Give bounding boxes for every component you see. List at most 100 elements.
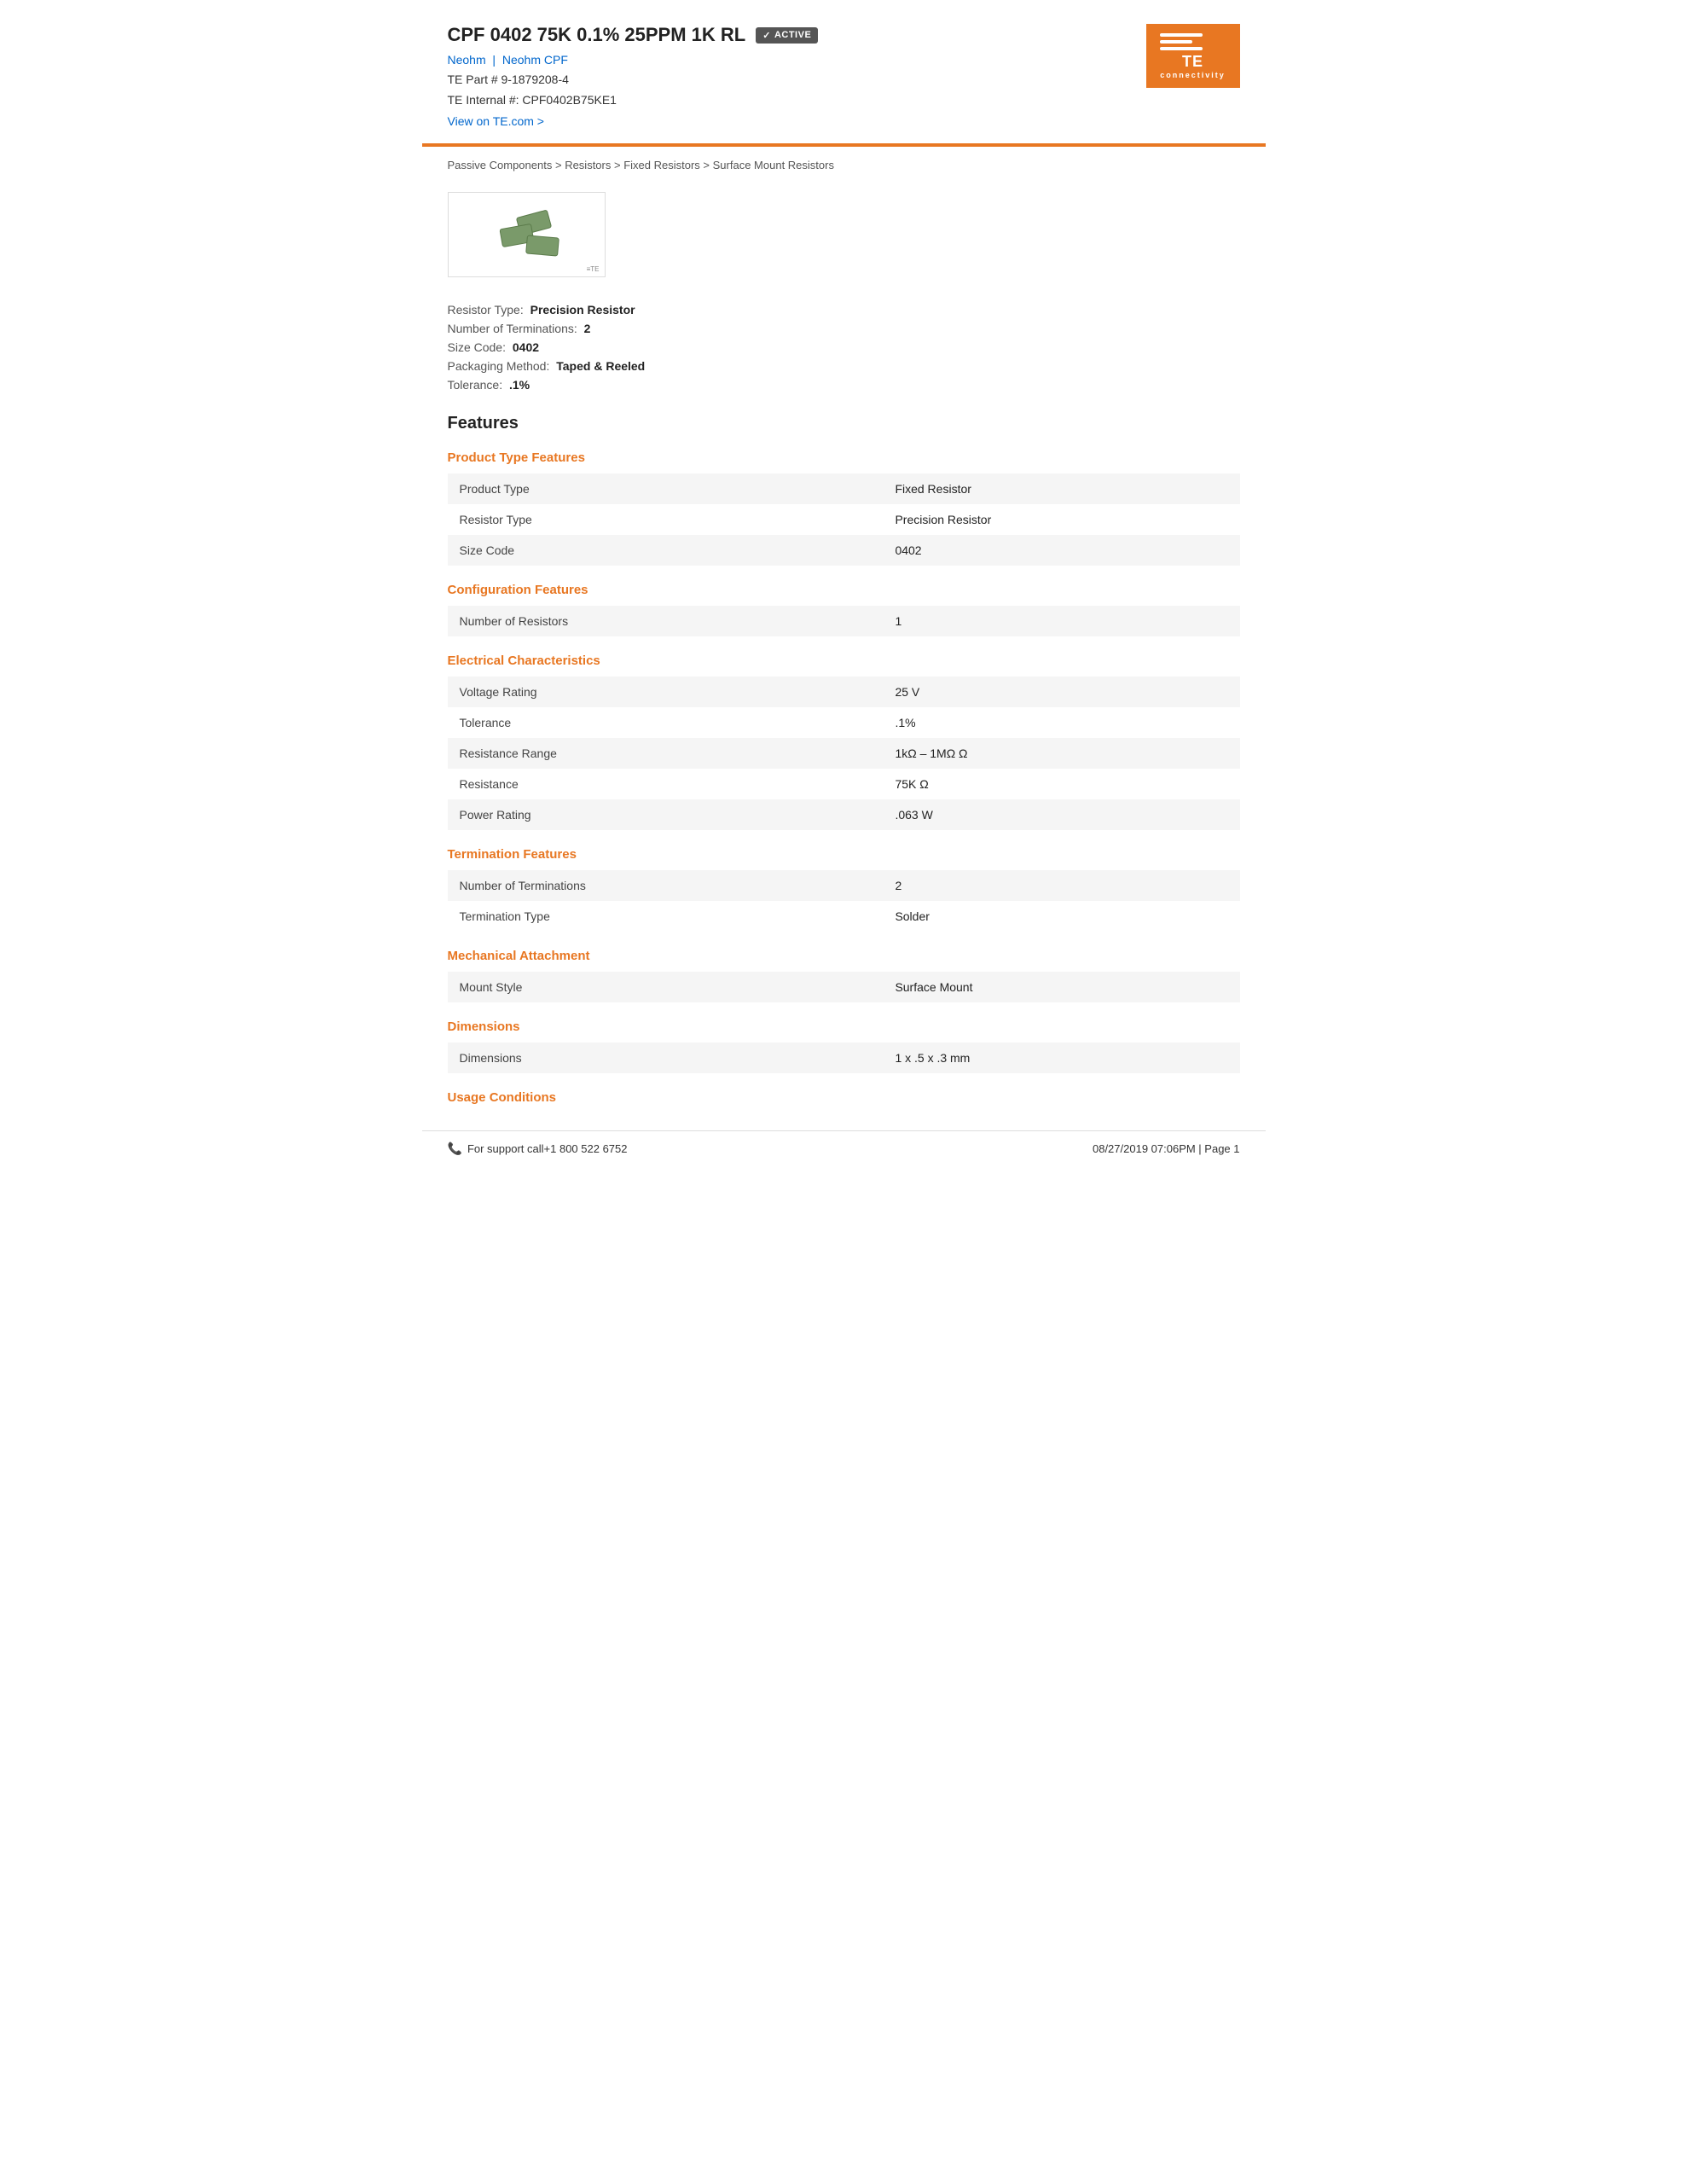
terminations-label: Number of Terminations: [448, 322, 577, 335]
te-logo-line-1 [1160, 33, 1203, 37]
subsection-title-4: Mechanical Attachment [448, 949, 1240, 963]
features-table-0: Product TypeFixed ResistorResistor TypeP… [448, 473, 1240, 566]
features-title: Features [448, 414, 1240, 433]
features-table-3: Number of Terminations2Termination TypeS… [448, 870, 1240, 932]
breadcrumb-item-1[interactable]: Passive Components [448, 159, 553, 171]
te-logo: TE connectivity [1146, 24, 1240, 88]
cell-label-5-0: Dimensions [448, 1043, 884, 1073]
cell-value-2-1: .1% [883, 707, 1239, 738]
tolerance-label: Tolerance: [448, 378, 503, 392]
cell-value-4-0: Surface Mount [883, 972, 1239, 1002]
subsection-title-1: Configuration Features [448, 583, 1240, 597]
product-image-box: ≡TE [448, 192, 606, 277]
table-row: Dimensions1 x .5 x .3 mm [448, 1043, 1240, 1073]
te-logo-line-2 [1160, 40, 1192, 44]
resistor-type-label: Resistor Type: [448, 303, 524, 317]
chip-3 [525, 235, 559, 256]
cell-label-2-3: Resistance [448, 769, 884, 799]
footer-support: 📞 For support call+1 800 522 6752 [448, 1141, 628, 1156]
cell-label-3-0: Number of Terminations [448, 870, 884, 901]
spec-row-tolerance: Tolerance: .1% [448, 378, 1240, 392]
te-logo-inner: TE connectivity [1160, 33, 1226, 79]
subsection-title-5: Dimensions [448, 1019, 1240, 1034]
cell-value-0-1: Precision Resistor [883, 504, 1239, 535]
brand-links: Neohm | Neohm CPF [448, 53, 1240, 67]
subsection-title-6: Usage Conditions [448, 1090, 1240, 1105]
product-image [475, 209, 577, 260]
footer-date-page: 08/27/2019 07:06PM | Page 1 [1093, 1142, 1240, 1155]
cell-label-3-1: Termination Type [448, 901, 884, 932]
features-section: Features Product Type FeaturesProduct Ty… [422, 397, 1266, 1105]
cell-label-1-0: Number of Resistors [448, 606, 884, 636]
header: CPF 0402 75K 0.1% 25PPM 1K RL ACTIVE Neo… [422, 0, 1266, 143]
breadcrumb-sep-1: > [555, 159, 565, 171]
breadcrumb-sep-3: > [703, 159, 712, 171]
cell-value-3-0: 2 [883, 870, 1239, 901]
te-logo-line-3 [1160, 47, 1203, 50]
subsections-container: Product Type Features Product TypeFixed R… [448, 450, 1240, 1105]
size-code-label: Size Code: [448, 340, 506, 354]
breadcrumb-item-2[interactable]: Resistors [565, 159, 611, 171]
table-row: Product TypeFixed Resistor [448, 473, 1240, 504]
terminations-value: 2 [584, 322, 591, 335]
spec-row-terminations: Number of Terminations: 2 [448, 322, 1240, 335]
te-logo-tagline: connectivity [1160, 71, 1226, 79]
resistor-type-value: Precision Resistor [530, 303, 635, 317]
te-logo-text: TE [1160, 53, 1226, 71]
cell-value-3-1: Solder [883, 901, 1239, 932]
table-row: Size Code0402 [448, 535, 1240, 566]
brand-link-neohm[interactable]: Neohm [448, 53, 486, 67]
cell-label-2-4: Power Rating [448, 799, 884, 830]
cell-value-2-2: 1kΩ – 1MΩ Ω [883, 738, 1239, 769]
phone-icon: 📞 [448, 1141, 462, 1156]
cell-value-2-4: .063 W [883, 799, 1239, 830]
part-number: TE Part # 9-1879208-4 [448, 70, 1240, 90]
cell-label-2-0: Voltage Rating [448, 677, 884, 707]
table-row: Tolerance.1% [448, 707, 1240, 738]
table-row: Mount StyleSurface Mount [448, 972, 1240, 1002]
size-code-value: 0402 [513, 340, 539, 354]
table-row: Resistance Range1kΩ – 1MΩ Ω [448, 738, 1240, 769]
features-table-2: Voltage Rating25 VTolerance.1%Resistance… [448, 677, 1240, 830]
view-on-te-link[interactable]: View on TE.com > [448, 114, 1240, 128]
product-title-row: CPF 0402 75K 0.1% 25PPM 1K RL ACTIVE [448, 24, 1240, 46]
footer-support-text: For support call+1 800 522 6752 [467, 1142, 628, 1155]
packaging-label: Packaging Method: [448, 359, 550, 373]
features-table-4: Mount StyleSurface Mount [448, 972, 1240, 1002]
breadcrumb-item-3[interactable]: Fixed Resistors [623, 159, 700, 171]
cell-value-2-0: 25 V [883, 677, 1239, 707]
breadcrumb: Passive Components > Resistors > Fixed R… [422, 147, 1266, 183]
cell-value-0-2: 0402 [883, 535, 1239, 566]
table-row: Resistance75K Ω [448, 769, 1240, 799]
cell-value-0-0: Fixed Resistor [883, 473, 1239, 504]
table-row: Resistor TypePrecision Resistor [448, 504, 1240, 535]
subsection-title-0: Product Type Features [448, 450, 1240, 465]
active-badge: ACTIVE [756, 27, 818, 44]
cell-label-0-1: Resistor Type [448, 504, 884, 535]
cell-value-5-0: 1 x .5 x .3 mm [883, 1043, 1239, 1073]
spec-row-resistor-type: Resistor Type: Precision Resistor [448, 303, 1240, 317]
tolerance-value: .1% [509, 378, 530, 392]
product-title: CPF 0402 75K 0.1% 25PPM 1K RL [448, 24, 746, 46]
part-info: TE Part # 9-1879208-4 TE Internal #: CPF… [448, 70, 1240, 111]
cell-value-2-3: 75K Ω [883, 769, 1239, 799]
spec-row-packaging: Packaging Method: Taped & Reeled [448, 359, 1240, 373]
table-row: Termination TypeSolder [448, 901, 1240, 932]
internal-number: TE Internal #: CPF0402B75KE1 [448, 90, 1240, 111]
packaging-value: Taped & Reeled [556, 359, 645, 373]
breadcrumb-item-4[interactable]: Surface Mount Resistors [713, 159, 834, 171]
cell-label-2-2: Resistance Range [448, 738, 884, 769]
breadcrumb-sep-2: > [614, 159, 623, 171]
brand-link-neohm-cpf[interactable]: Neohm CPF [502, 53, 568, 67]
cell-label-2-1: Tolerance [448, 707, 884, 738]
cell-label-0-0: Product Type [448, 473, 884, 504]
features-table-5: Dimensions1 x .5 x .3 mm [448, 1043, 1240, 1073]
table-row: Number of Resistors1 [448, 606, 1240, 636]
te-logo-lines [1160, 33, 1226, 50]
subsection-title-3: Termination Features [448, 847, 1240, 862]
subsection-title-2: Electrical Characteristics [448, 653, 1240, 668]
image-te-label: ≡TE [587, 265, 600, 273]
footer: 📞 For support call+1 800 522 6752 08/27/… [422, 1130, 1266, 1166]
cell-value-1-0: 1 [883, 606, 1239, 636]
features-table-1: Number of Resistors1 [448, 606, 1240, 636]
